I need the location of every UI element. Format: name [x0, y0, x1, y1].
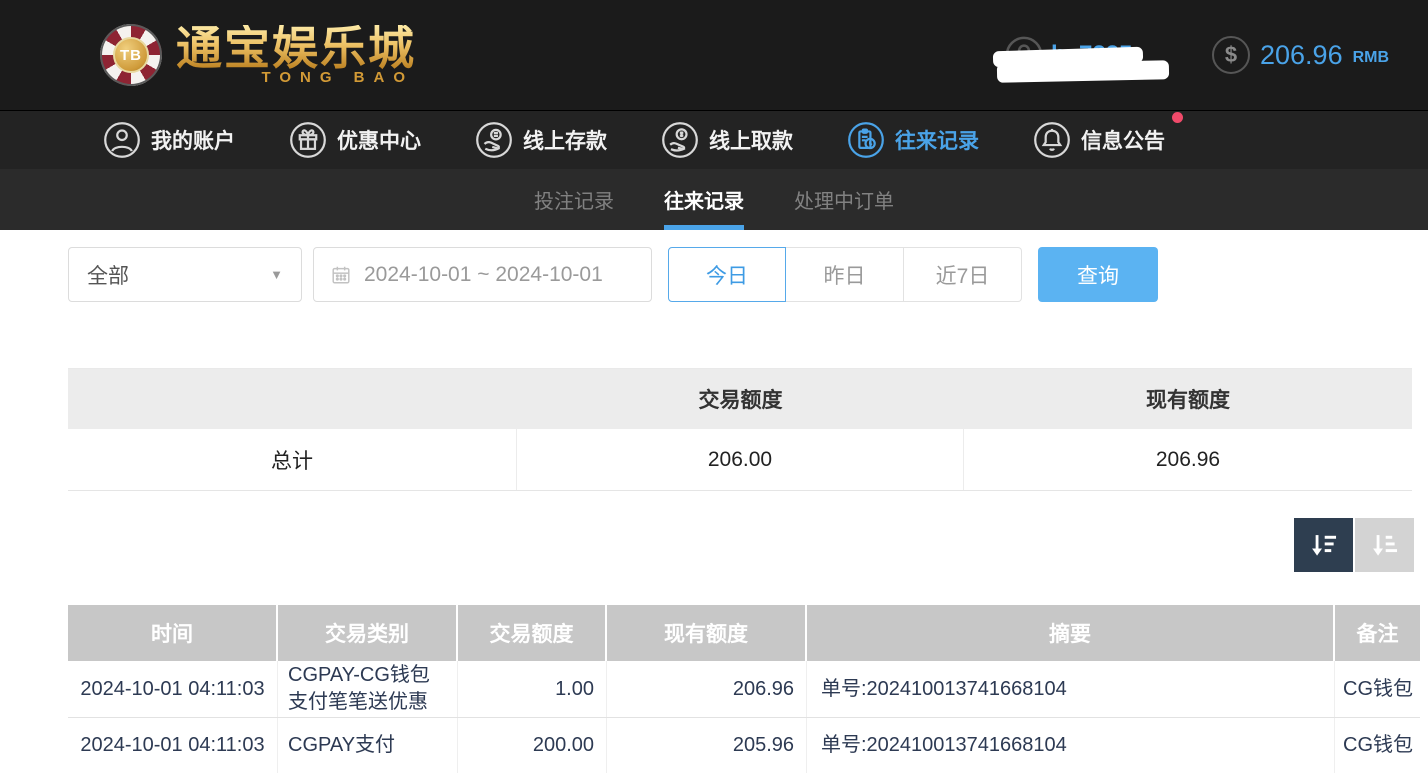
col-header-type: 交易类别 — [278, 605, 458, 661]
summary-total-label: 总计 — [68, 429, 517, 490]
search-button-label: 查询 — [1077, 264, 1119, 288]
deposit-hand-coin-icon — [476, 122, 512, 158]
cell-amount: 1.00 — [458, 661, 607, 717]
search-button[interactable]: 查询 — [1038, 247, 1158, 302]
summary-header-current: 现有额度 — [1146, 389, 1230, 412]
records-table: 时间 交易类别 交易额度 现有额度 摘要 备注 2024-10-01 04:11… — [68, 605, 1420, 773]
chip-tb-monogram: TB — [113, 37, 149, 73]
nav-transaction-records[interactable]: 往来记录 — [847, 121, 979, 159]
nav-promotions[interactable]: 优惠中心 — [289, 121, 421, 159]
top-header: TB 通宝娱乐城 TONG BAO hc7225 $ 206.96 RMB — [0, 0, 1428, 110]
last-7-days-button[interactable]: 近7日 — [904, 247, 1022, 302]
summary-table: 交易额度 现有额度 总计 206.00 206.96 — [68, 368, 1412, 491]
col-header-balance: 现有额度 — [607, 605, 807, 661]
sort-descending-icon — [1311, 535, 1336, 556]
subtab-label: 处理中订单 — [794, 191, 894, 213]
summary-transaction-amount: 206.00 — [517, 429, 964, 490]
poker-chip-logo-icon: TB — [100, 24, 162, 86]
records-clipboard-icon — [848, 122, 884, 158]
quick-date-buttons: 今日 昨日 近7日 — [668, 247, 1022, 302]
tab-transaction-records[interactable]: 往来记录 — [664, 169, 744, 230]
main-navigation: 我的账户 优惠中心 线上存款 线上取款 往来记录 信息公告 — [0, 110, 1428, 169]
nav-online-withdraw[interactable]: 线上取款 — [661, 121, 793, 159]
calendar-icon — [332, 266, 350, 284]
user-account[interactable]: hc7225 — [992, 36, 1170, 83]
quick-button-label: 近7日 — [935, 264, 990, 288]
nav-label: 线上存款 — [523, 130, 607, 153]
subtab-label: 往来记录 — [664, 191, 744, 213]
balance-display[interactable]: $ 206.96 RMB — [1212, 36, 1389, 74]
date-range-input[interactable]: 2024-10-01 ~ 2024-10-01 — [313, 247, 652, 302]
cell-note: CG钱包 — [1343, 734, 1413, 756]
cell-note: CG钱包 — [1343, 677, 1413, 700]
table-row: 2024-10-01 04:11:03 CGPAY-CG钱包支付笔笔送优惠 1.… — [68, 661, 1420, 718]
quick-button-label: 今日 — [706, 264, 748, 288]
col-header-amount: 交易额度 — [458, 605, 607, 661]
cell-summary: 单号:202410013741668104 — [807, 718, 1335, 773]
table-row: 2024-10-01 04:11:03 CGPAY支付 200.00 205.9… — [68, 718, 1420, 773]
site-title: 通宝娱乐城 — [176, 21, 416, 74]
sort-controls — [1294, 518, 1414, 572]
nav-online-deposit[interactable]: 线上存款 — [475, 121, 607, 159]
cell-amount: 200.00 — [458, 718, 607, 773]
chevron-down-icon: ▼ — [270, 267, 283, 282]
nav-label: 信息公告 — [1081, 130, 1165, 153]
date-range-value: 2024-10-01 ~ 2024-10-01 — [364, 262, 603, 286]
subtab-label: 投注记录 — [534, 191, 614, 213]
nav-label: 优惠中心 — [337, 130, 421, 153]
redaction-stroke — [996, 60, 1170, 83]
site-subtitle: TONG BAO — [261, 68, 414, 86]
select-value: 全部 — [87, 264, 129, 288]
cell-balance: 205.96 — [607, 718, 807, 773]
site-logo[interactable]: TB 通宝娱乐城 TONG BAO — [100, 24, 416, 86]
nav-announcements[interactable]: 信息公告 — [1033, 112, 1183, 159]
cell-summary: 单号:202410013741668104 — [807, 661, 1335, 717]
today-button[interactable]: 今日 — [668, 247, 786, 302]
sort-descending-button[interactable] — [1294, 518, 1353, 572]
withdraw-hand-coin-icon — [662, 122, 698, 158]
sub-navigation: 投注记录 往来记录 处理中订单 — [0, 169, 1428, 230]
col-header-time: 时间 — [68, 605, 278, 661]
dollar-circle-icon: $ — [1212, 36, 1250, 74]
logo-text: 通宝娱乐城 TONG BAO — [176, 25, 416, 86]
records-header-row: 时间 交易类别 交易额度 现有额度 摘要 备注 — [68, 605, 1420, 661]
cell-time: 2024-10-01 04:11:03 — [68, 661, 278, 717]
balance-currency: RMB — [1352, 49, 1390, 66]
notification-dot — [1172, 112, 1183, 123]
tab-betting-records[interactable]: 投注记录 — [534, 169, 614, 230]
cell-type: CGPAY支付 — [278, 718, 458, 773]
cell-balance: 206.96 — [607, 661, 807, 717]
col-header-note: 备注 — [1335, 605, 1420, 661]
cell-time: 2024-10-01 04:11:03 — [68, 718, 278, 773]
transaction-records-page: TB 通宝娱乐城 TONG BAO hc7225 $ 206.96 RMB — [0, 0, 1428, 773]
nav-label: 往来记录 — [895, 130, 979, 153]
summary-total-row: 总计 206.00 206.96 — [68, 429, 1412, 491]
sort-ascending-icon — [1372, 535, 1397, 556]
tab-pending-orders[interactable]: 处理中订单 — [794, 169, 894, 230]
summary-header-row: 交易额度 现有额度 — [68, 369, 1412, 429]
bell-icon — [1034, 122, 1070, 158]
col-header-summary: 摘要 — [807, 605, 1335, 661]
gift-icon — [290, 122, 326, 158]
yesterday-button[interactable]: 昨日 — [786, 247, 904, 302]
account-user-icon — [104, 122, 140, 158]
nav-label: 我的账户 — [151, 130, 235, 153]
summary-header-blank — [68, 369, 517, 429]
quick-button-label: 昨日 — [823, 264, 866, 288]
balance-amount: 206.96 — [1260, 39, 1343, 70]
nav-label: 线上取款 — [709, 130, 793, 153]
nav-my-account[interactable]: 我的账户 — [103, 121, 235, 159]
summary-header-transaction: 交易额度 — [698, 389, 783, 412]
sort-ascending-button[interactable] — [1355, 518, 1414, 572]
cell-type: CGPAY-CG钱包支付笔笔送优惠 — [278, 661, 458, 717]
transaction-type-select[interactable]: 全部 ▼ — [68, 247, 302, 302]
summary-current-amount: 206.96 — [1155, 447, 1221, 471]
